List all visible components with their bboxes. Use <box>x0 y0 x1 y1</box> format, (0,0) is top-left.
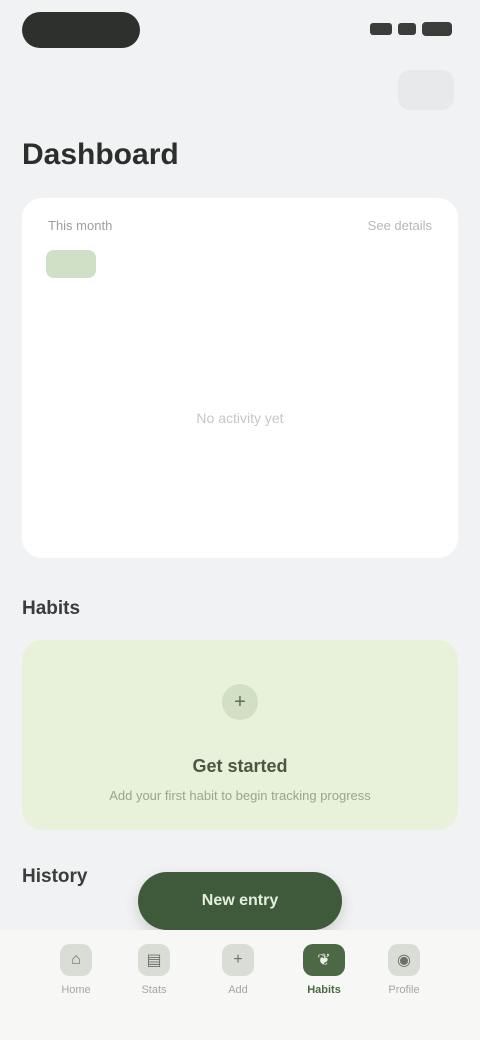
tab-label: Stats <box>141 984 167 996</box>
wifi-icon <box>398 23 416 35</box>
empty-state-text: No activity yet <box>196 410 284 426</box>
tab-profile[interactable]: ◉ Profile <box>372 944 436 1024</box>
section-title-history: History <box>22 866 88 887</box>
status-icons <box>370 22 452 36</box>
tab-home[interactable]: ⌂ Home <box>44 944 108 1024</box>
tab-label: Add <box>228 984 248 996</box>
promo-subtitle: Add your first habit to begin tracking p… <box>109 788 371 803</box>
signal-icon <box>370 23 392 35</box>
summary-card: This month See details No activity yet <box>22 198 458 558</box>
dynamic-island <box>22 12 140 48</box>
chart-icon: ▤ <box>138 944 170 976</box>
user-icon: ◉ <box>388 944 420 976</box>
battery-icon <box>422 22 452 36</box>
status-bar <box>0 0 480 64</box>
summary-chip <box>46 250 96 278</box>
leaf-icon: ❦ <box>303 944 345 976</box>
tab-habits[interactable]: ❦ Habits <box>292 944 356 1024</box>
see-details-link[interactable]: See details <box>368 218 432 233</box>
summary-card-label: This month <box>48 218 113 233</box>
tab-label: Profile <box>388 984 420 996</box>
home-icon: ⌂ <box>60 944 92 976</box>
plus-icon: + <box>222 944 254 976</box>
tab-stats[interactable]: ▤ Stats <box>122 944 186 1024</box>
get-started-card[interactable]: + Get started Add your first habit to be… <box>22 640 458 830</box>
tab-label: Habits <box>307 984 341 996</box>
tab-add[interactable]: + Add <box>206 944 270 1024</box>
page-title: Dashboard <box>22 138 179 171</box>
tab-label: Home <box>61 984 91 996</box>
plus-icon: + <box>222 684 258 720</box>
header-action-button[interactable] <box>398 70 454 110</box>
new-entry-button[interactable]: New entry <box>138 872 342 930</box>
bottom-tab-bar: ⌂ Home ▤ Stats + Add ❦ Habits ◉ Profile <box>0 930 480 1040</box>
section-title-habits: Habits <box>22 598 81 619</box>
promo-title: Get started <box>192 756 288 776</box>
